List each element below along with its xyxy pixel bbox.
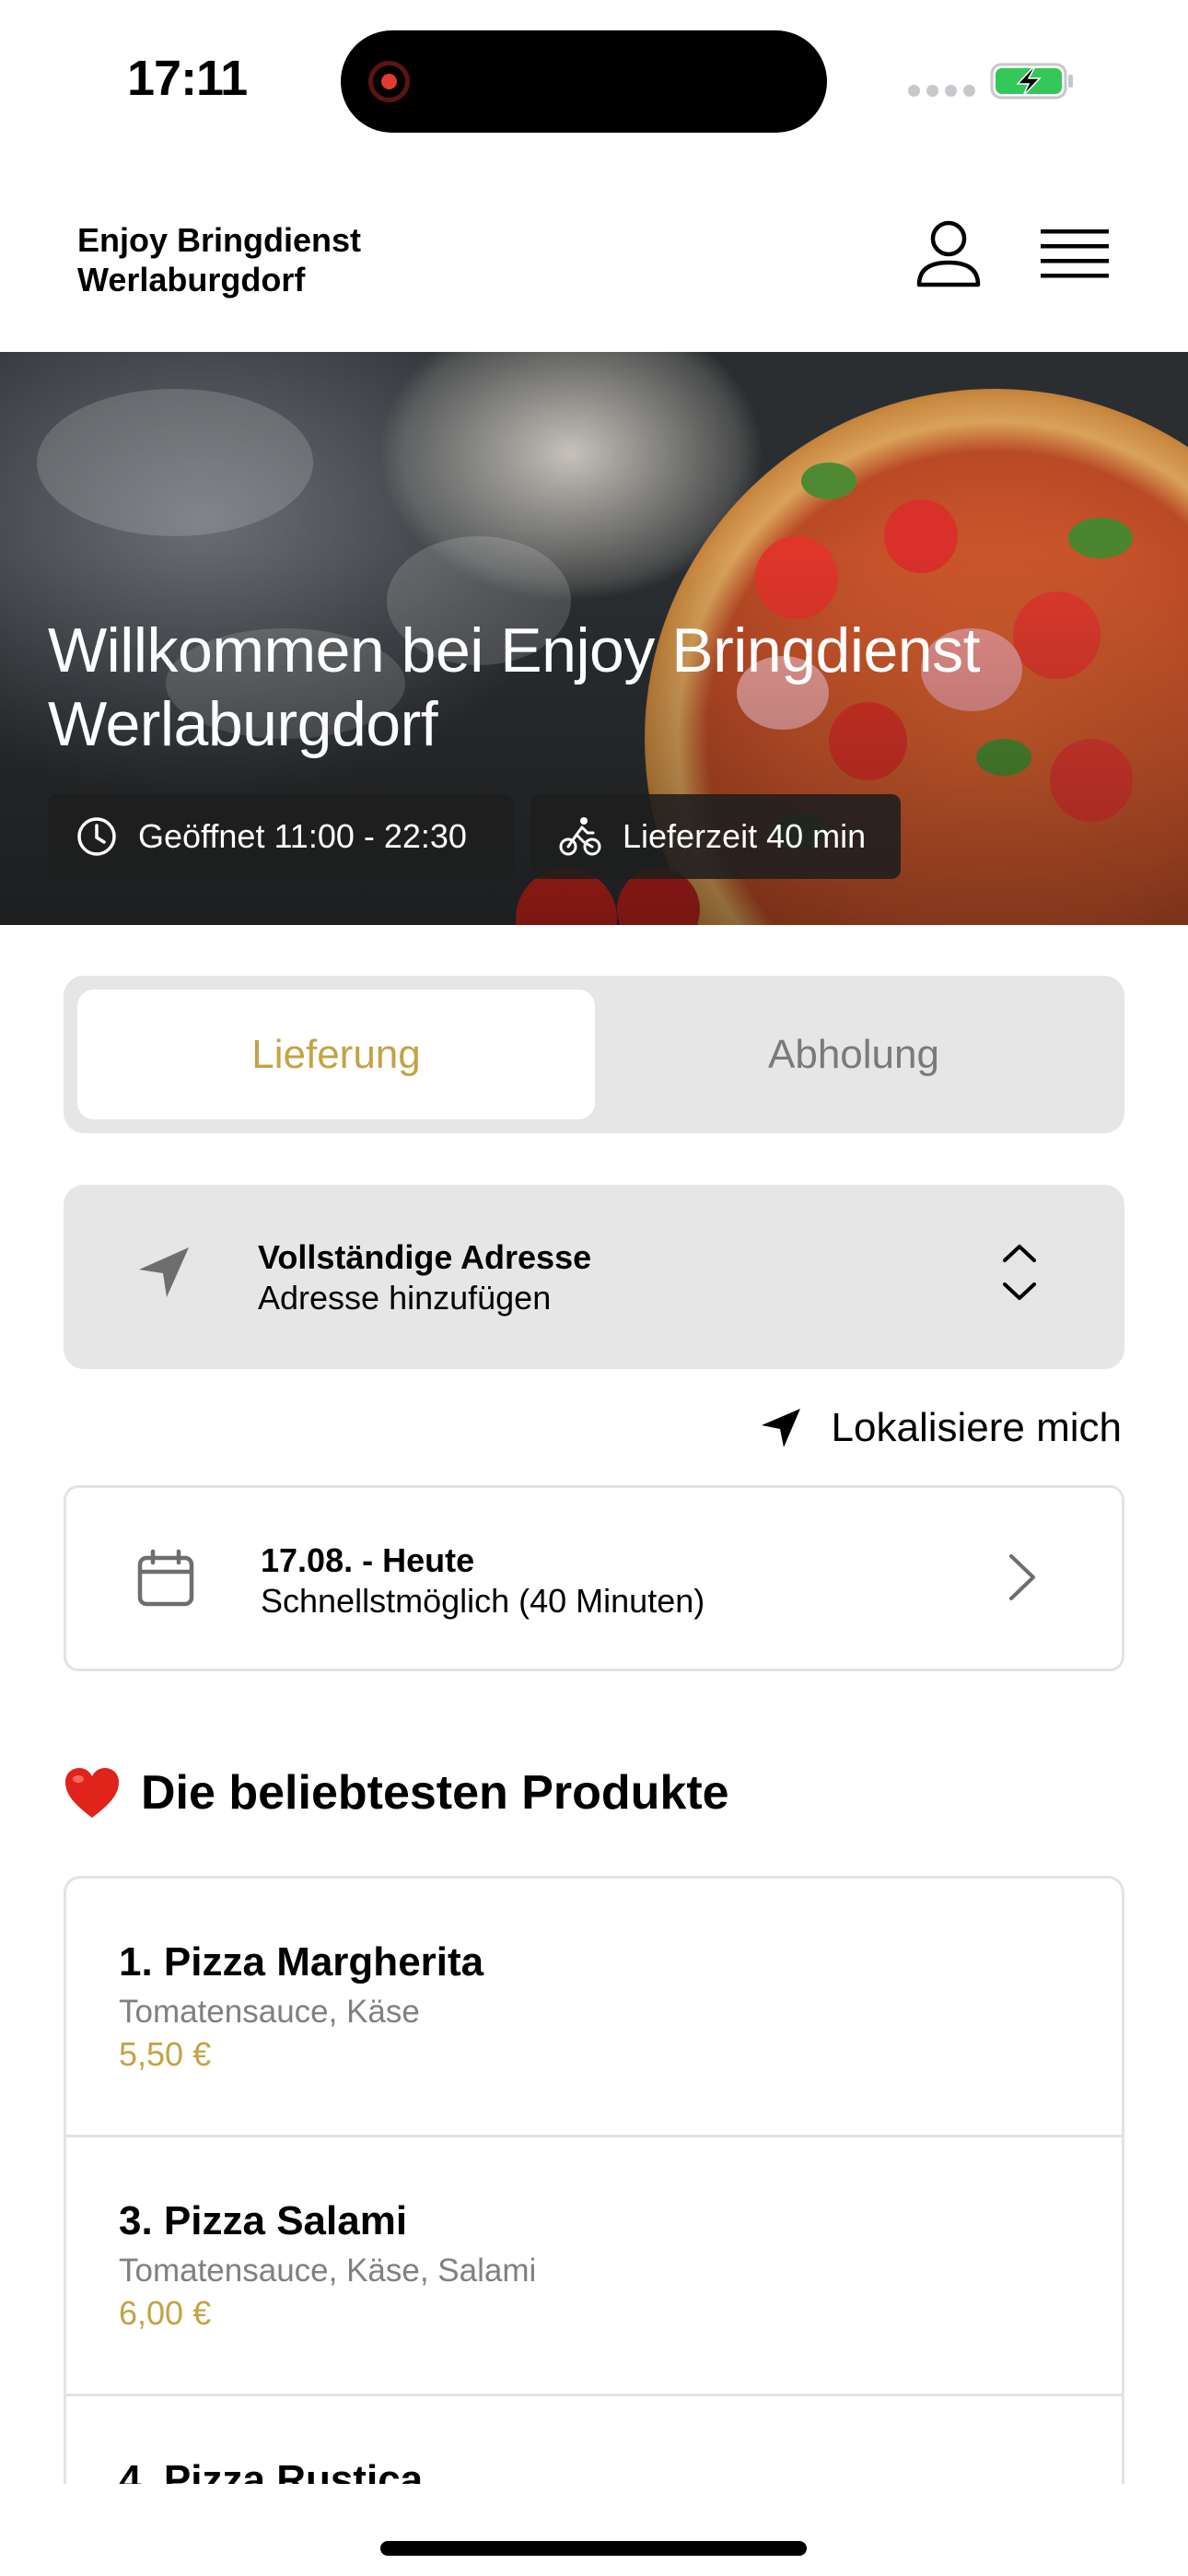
- app-header: Enjoy Bringdienst Werlaburgdorf: [0, 157, 1188, 352]
- product-description: Tomatensauce, Käse: [119, 1994, 420, 2030]
- delivery-time-selector[interactable]: 17.08. - Heute Schnellstmöglich (40 Minu…: [64, 1485, 1124, 1671]
- brand-line-2: Werlaburgdorf: [77, 261, 306, 299]
- date-title: 17.08. - Heute: [261, 1541, 475, 1579]
- chevron-right-icon: [1009, 1554, 1035, 1600]
- product-price: 5,50 €: [119, 2035, 212, 2073]
- status-time: 17:11: [127, 51, 248, 106]
- bicycle-icon: [559, 817, 601, 856]
- address-subtitle: Adresse hinzufügen: [258, 1279, 552, 1317]
- hero-title: Willkommen bei Enjoy Bringdienst Werlabu…: [48, 614, 1135, 761]
- locate-me-button[interactable]: Lokalisiere mich: [760, 1400, 1122, 1456]
- navigation-arrow-icon: [139, 1247, 189, 1297]
- user-icon[interactable]: [912, 217, 985, 290]
- opening-hours-badge: Geöffnet 11:00 - 22:30: [48, 794, 514, 879]
- chevron-up-down-icon: [1003, 1245, 1036, 1300]
- brand-name[interactable]: Enjoy Bringdienst Werlaburgdorf: [77, 220, 501, 299]
- bottom-safe-area: [0, 2484, 1188, 2576]
- tab-delivery[interactable]: Lieferung: [77, 989, 595, 1119]
- menu-icon[interactable]: [1037, 224, 1112, 285]
- product-item[interactable]: 1. Pizza Margherita Tomatensauce, Käse 5…: [66, 1879, 1122, 2137]
- home-indicator[interactable]: [380, 2541, 807, 2556]
- dynamic-island: [341, 30, 827, 133]
- popular-heading-text: Die beliebtesten Produkte: [141, 1766, 729, 1820]
- popular-products-heading: Die beliebtesten Produkte: [64, 1765, 729, 1821]
- product-item[interactable]: 3. Pizza Salami Tomatensauce, Käse, Sala…: [66, 2137, 1122, 2396]
- product-list: 1. Pizza Margherita Tomatensauce, Käse 5…: [64, 1876, 1124, 2576]
- brand-line-1: Enjoy Bringdienst: [77, 221, 362, 259]
- signal-icon: [908, 85, 975, 97]
- product-price: 6,00 €: [119, 2294, 212, 2332]
- heart-icon: [65, 1768, 119, 1818]
- clock-icon: [77, 817, 116, 856]
- address-title: Vollständige Adresse: [258, 1238, 592, 1276]
- hero-banner: Willkommen bei Enjoy Bringdienst Werlabu…: [0, 352, 1188, 925]
- opening-hours-text: Geöffnet 11:00 - 22:30: [138, 817, 467, 855]
- hero-title-line-1: Willkommen bei Enjoy Bringdienst: [48, 615, 980, 685]
- battery-charging-icon: [990, 63, 1073, 100]
- location-arrow-icon: [761, 1409, 800, 1447]
- delivery-time-text: Lieferzeit 40 min: [623, 817, 867, 855]
- locate-me-label: Lokalisiere mich: [831, 1405, 1122, 1450]
- product-description: Tomatensauce, Käse, Salami: [119, 2253, 537, 2289]
- address-selector[interactable]: Vollständige Adresse Adresse hinzufügen: [64, 1185, 1124, 1369]
- date-subtitle: Schnellstmöglich (40 Minuten): [261, 1582, 705, 1620]
- status-bar: 17:11: [0, 0, 1188, 157]
- screen: 17:11 Enjoy Bringdienst Werlaburgdorf Wi…: [0, 0, 1188, 2576]
- product-name: 3. Pizza Salami: [119, 2198, 408, 2243]
- tab-pickup[interactable]: Abholung: [595, 989, 1112, 1119]
- order-mode-toggle: Lieferung Abholung: [64, 976, 1124, 1133]
- calendar-icon: [137, 1549, 194, 1607]
- delivery-time-badge: Lieferzeit 40 min: [530, 794, 901, 879]
- product-name: 1. Pizza Margherita: [119, 1939, 484, 1985]
- recording-icon: [368, 61, 410, 102]
- hero-title-line-2: Werlaburgdorf: [48, 689, 438, 759]
